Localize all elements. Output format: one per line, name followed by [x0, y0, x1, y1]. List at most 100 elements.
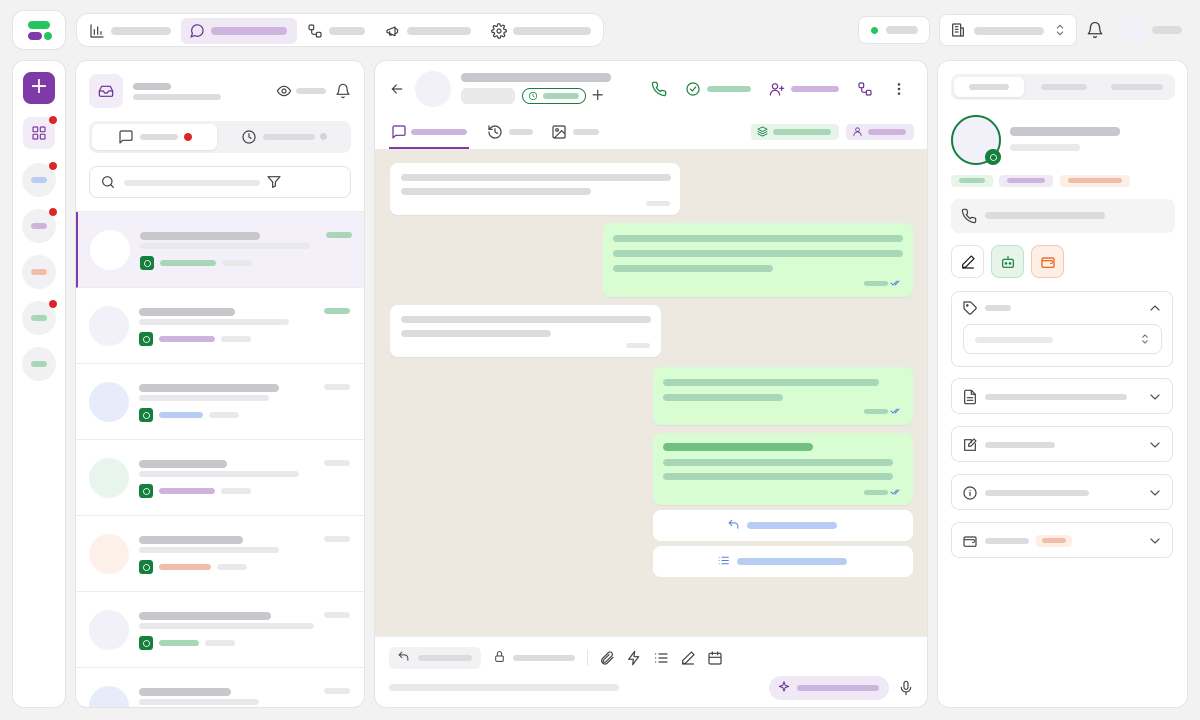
list-reply-button[interactable] — [653, 546, 913, 577]
building-icon — [950, 22, 966, 38]
contact-tabs — [951, 74, 1175, 100]
list-icon[interactable] — [653, 650, 669, 666]
inbox-header — [76, 61, 364, 121]
conversation-item[interactable] — [76, 212, 364, 288]
section-info[interactable] — [951, 474, 1173, 510]
conversation-list — [76, 211, 364, 707]
conversation-item[interactable] — [76, 516, 364, 592]
sparkle-icon — [777, 680, 791, 694]
bot-button[interactable] — [991, 245, 1024, 278]
section-header[interactable] — [952, 292, 1174, 324]
assignee-badge[interactable] — [846, 124, 914, 140]
list-icon — [717, 554, 730, 567]
reply-mode-button[interactable] — [389, 647, 481, 669]
tab-contact[interactable] — [954, 77, 1024, 97]
section-notes[interactable] — [951, 426, 1173, 462]
phone-field[interactable] — [951, 199, 1175, 233]
search-input[interactable] — [89, 166, 351, 198]
conversation-item[interactable] — [76, 668, 364, 707]
paperclip-icon[interactable] — [599, 650, 615, 666]
section-details[interactable] — [951, 378, 1173, 414]
message-input[interactable] — [389, 677, 769, 699]
tab-activity[interactable] — [1101, 77, 1171, 97]
tab-open[interactable] — [92, 124, 217, 150]
tab-media[interactable] — [551, 117, 603, 149]
tag[interactable] — [951, 175, 993, 187]
avatar — [89, 686, 129, 707]
note-edit-icon — [962, 437, 978, 453]
eye-icon[interactable] — [276, 83, 292, 99]
wallet-button[interactable] — [1031, 245, 1064, 278]
status-selector[interactable] — [858, 16, 930, 44]
workflow-icon[interactable] — [857, 81, 873, 97]
rail-item-orange[interactable] — [22, 255, 56, 289]
compose-button[interactable]: + — [23, 72, 55, 104]
nav-settings[interactable] — [487, 18, 595, 44]
chat-tabs — [375, 117, 927, 149]
tag[interactable] — [1060, 175, 1130, 187]
nav-automation[interactable] — [303, 18, 373, 44]
avatar — [415, 71, 451, 107]
inbox-tabs — [89, 121, 351, 153]
phone-icon[interactable] — [651, 81, 667, 97]
tag-icon — [962, 300, 978, 316]
reply-icon — [727, 518, 740, 531]
filter-icon[interactable] — [266, 174, 282, 190]
mic-icon[interactable] — [898, 680, 914, 696]
more-vertical-icon[interactable] — [891, 81, 907, 97]
edit-contact-button[interactable] — [951, 245, 984, 278]
workspace-selector[interactable] — [939, 14, 1077, 46]
quick-reply-button[interactable] — [653, 510, 913, 541]
snooze-badge[interactable] — [522, 88, 586, 104]
bar-chart-icon — [89, 23, 105, 39]
bell-icon[interactable] — [1086, 21, 1104, 39]
top-navigation — [76, 13, 604, 47]
conversation-item[interactable] — [76, 364, 364, 440]
wallet-icon — [1040, 254, 1056, 270]
private-note-button[interactable] — [489, 647, 579, 669]
tags-select[interactable] — [963, 324, 1162, 354]
user-menu[interactable] — [1118, 15, 1190, 45]
clock-icon — [241, 129, 257, 145]
avatar — [90, 230, 130, 270]
unread-badge — [184, 133, 192, 141]
rail-item-green-2[interactable] — [22, 347, 56, 381]
add-tag-button[interactable]: + — [591, 85, 604, 104]
tab-deals[interactable] — [1029, 77, 1099, 97]
app-logo-box[interactable] — [12, 10, 66, 50]
nav-broadcasts[interactable] — [381, 18, 477, 44]
nav-analytics[interactable] — [85, 18, 181, 44]
assign-button[interactable] — [769, 79, 841, 99]
whatsapp-icon — [139, 332, 153, 346]
pen-icon — [960, 254, 976, 270]
conversation-item[interactable] — [76, 288, 364, 364]
avatar — [1118, 15, 1146, 43]
nav-conversations[interactable] — [181, 18, 297, 44]
avatar — [89, 610, 129, 650]
conversation-item[interactable] — [76, 440, 364, 516]
ai-assist-button[interactable] — [769, 676, 889, 700]
tab-snoozed[interactable] — [221, 124, 348, 150]
unread-dot — [49, 300, 57, 308]
calendar-icon[interactable] — [707, 650, 723, 666]
zap-icon[interactable] — [626, 650, 642, 666]
left-rail: + — [12, 60, 66, 708]
resolve-button[interactable] — [685, 79, 755, 99]
bell-icon[interactable] — [335, 83, 351, 99]
double-check-icon — [890, 486, 902, 498]
clock-icon — [528, 91, 538, 101]
tab-chat[interactable] — [389, 117, 469, 149]
conversation-item[interactable] — [76, 592, 364, 668]
section-wallet[interactable] — [951, 522, 1173, 558]
lock-icon — [493, 650, 506, 663]
pen-icon[interactable] — [680, 650, 696, 666]
tag[interactable] — [999, 175, 1053, 187]
image-icon — [551, 124, 567, 140]
tab-history[interactable] — [487, 117, 537, 149]
inbox-channel-badge[interactable] — [751, 124, 839, 140]
chat-header: + — [375, 61, 927, 117]
inbox-panel — [75, 60, 365, 708]
inbox-icon-box — [89, 74, 123, 108]
back-arrow-icon[interactable] — [389, 81, 405, 97]
chat-panel: + — [374, 60, 928, 708]
